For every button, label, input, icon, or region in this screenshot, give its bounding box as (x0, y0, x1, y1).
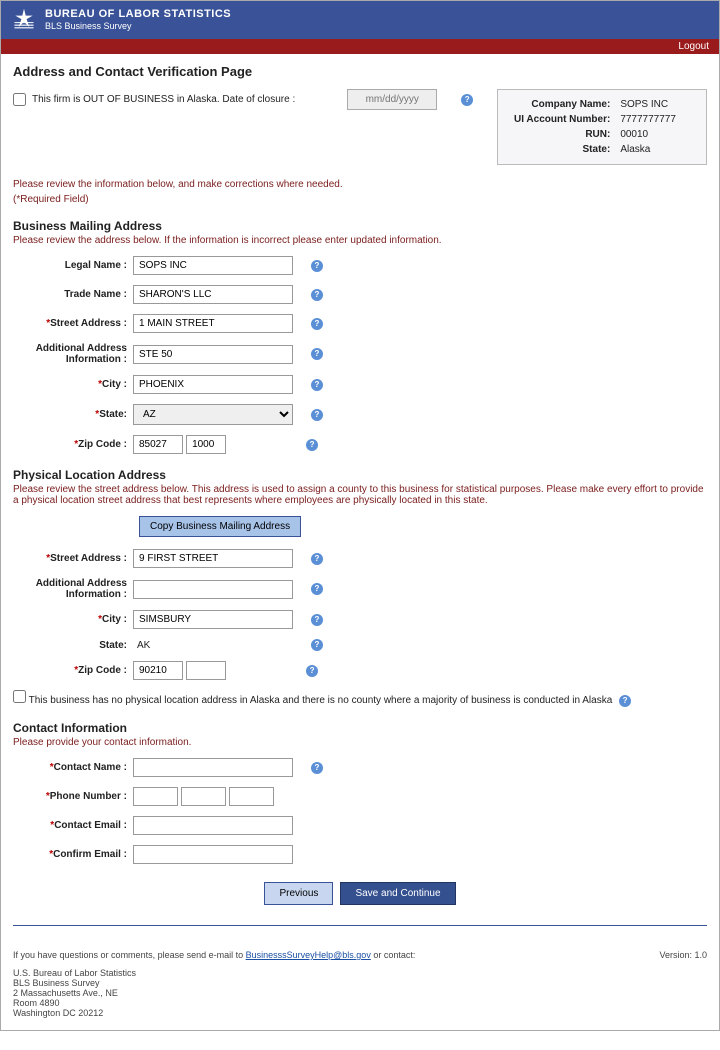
help-icon[interactable]: ? (311, 553, 323, 565)
mailing-sub: Please review the address below. If the … (13, 235, 707, 246)
physical-zip2-input[interactable] (186, 661, 226, 680)
out-of-business-checkbox[interactable] (13, 93, 26, 106)
header-subtitle: BLS Business Survey (45, 21, 231, 32)
mailing-state-select[interactable]: AZ (133, 404, 293, 425)
company-info-box: Company Name:SOPS INC UI Account Number:… (497, 89, 707, 165)
phone3-input[interactable] (229, 787, 274, 806)
instructions: Please review the information below, and… (13, 179, 707, 190)
help-icon[interactable]: ? (311, 348, 323, 360)
version-label: Version: 1.0 (659, 950, 707, 960)
contact-title: Contact Information (13, 721, 707, 735)
physical-zip1-input[interactable] (133, 661, 183, 680)
contact-sub: Please provide your contact information. (13, 737, 707, 748)
previous-button[interactable]: Previous (264, 882, 333, 905)
mailing-city-input[interactable] (133, 375, 293, 394)
contact-email-input[interactable] (133, 816, 293, 835)
mailing-addl-input[interactable] (133, 345, 293, 364)
physical-street-input[interactable] (133, 549, 293, 568)
help-icon[interactable]: ? (311, 639, 323, 651)
logout-link[interactable]: Logout (678, 41, 709, 52)
help-icon[interactable]: ? (311, 583, 323, 595)
copy-mailing-button[interactable]: Copy Business Mailing Address (139, 516, 301, 537)
mailing-title: Business Mailing Address (13, 219, 707, 233)
required-note: (*Required Field) (13, 194, 707, 205)
company-state: Alaska (616, 143, 680, 156)
save-continue-button[interactable]: Save and Continue (340, 882, 455, 905)
help-icon[interactable]: ? (311, 260, 323, 272)
bls-logo-icon (11, 7, 37, 33)
help-icon[interactable]: ? (311, 409, 323, 421)
no-physical-checkbox[interactable] (13, 690, 26, 703)
phone2-input[interactable] (181, 787, 226, 806)
support-email-link[interactable]: BusinesssSurveyHelp@bls.gov (246, 950, 371, 960)
physical-city-input[interactable] (133, 610, 293, 629)
header-title: BUREAU OF LABOR STATISTICS (45, 8, 231, 21)
company-name: SOPS INC (616, 98, 680, 111)
help-icon[interactable]: ? (306, 665, 318, 677)
mailing-zip2-input[interactable] (186, 435, 226, 454)
physical-addl-input[interactable] (133, 580, 293, 599)
physical-sub: Please review the street address below. … (13, 484, 707, 506)
closure-date-input[interactable] (347, 89, 437, 110)
no-physical-label: This business has no physical location a… (29, 695, 613, 706)
mailing-zip1-input[interactable] (133, 435, 183, 454)
contact-name-input[interactable] (133, 758, 293, 777)
phone1-input[interactable] (133, 787, 178, 806)
help-icon[interactable]: ? (311, 762, 323, 774)
help-icon[interactable]: ? (311, 289, 323, 301)
help-icon[interactable]: ? (311, 379, 323, 391)
help-icon[interactable]: ? (619, 695, 631, 707)
help-icon[interactable]: ? (311, 318, 323, 330)
legal-name-input[interactable] (133, 256, 293, 275)
confirm-email-input[interactable] (133, 845, 293, 864)
footer: If you have questions or comments, pleas… (1, 946, 719, 1030)
run-number: 00010 (616, 128, 680, 141)
physical-state-value: AK (133, 640, 293, 651)
divider (13, 925, 707, 926)
ui-account: 7777777777 (616, 113, 680, 126)
help-icon[interactable]: ? (311, 614, 323, 626)
mailing-street-input[interactable] (133, 314, 293, 333)
help-icon[interactable]: ? (306, 439, 318, 451)
physical-title: Physical Location Address (13, 468, 707, 482)
trade-name-input[interactable] (133, 285, 293, 304)
out-of-business-label: This firm is OUT OF BUSINESS in Alaska. … (32, 94, 295, 105)
top-bar: Logout (1, 39, 719, 54)
page-title: Address and Contact Verification Page (13, 64, 707, 79)
header: BUREAU OF LABOR STATISTICS BLS Business … (1, 1, 719, 39)
help-icon[interactable]: ? (461, 94, 473, 106)
